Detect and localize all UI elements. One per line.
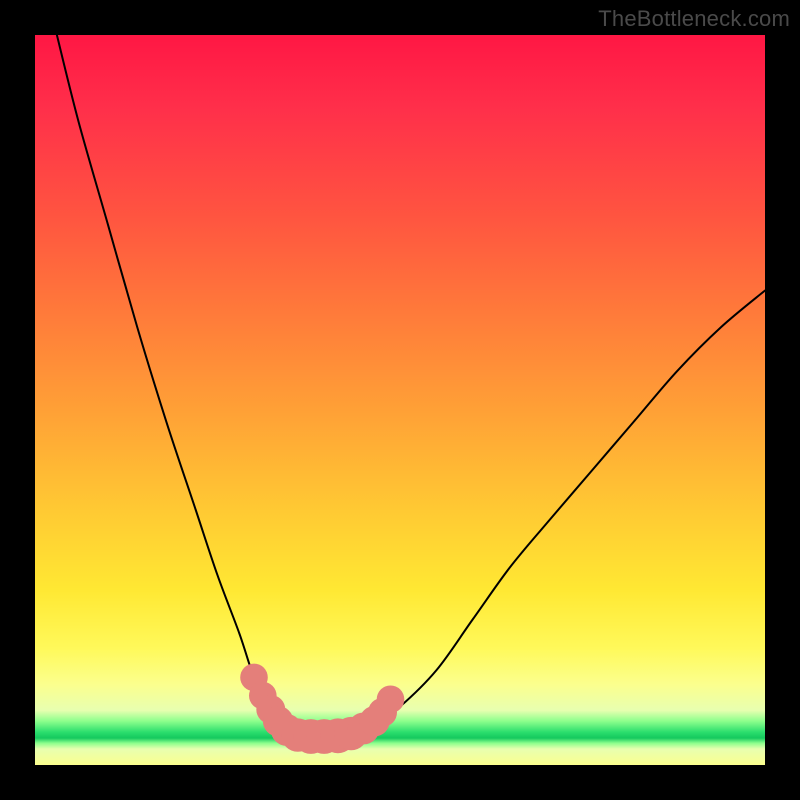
chart-marker	[377, 686, 405, 714]
chart-frame: TheBottleneck.com	[0, 0, 800, 800]
chart-plot-area	[35, 35, 765, 765]
chart-markers	[240, 664, 404, 754]
watermark-text: TheBottleneck.com	[598, 6, 790, 32]
bottleneck-curve	[57, 35, 765, 736]
chart-svg	[35, 35, 765, 765]
